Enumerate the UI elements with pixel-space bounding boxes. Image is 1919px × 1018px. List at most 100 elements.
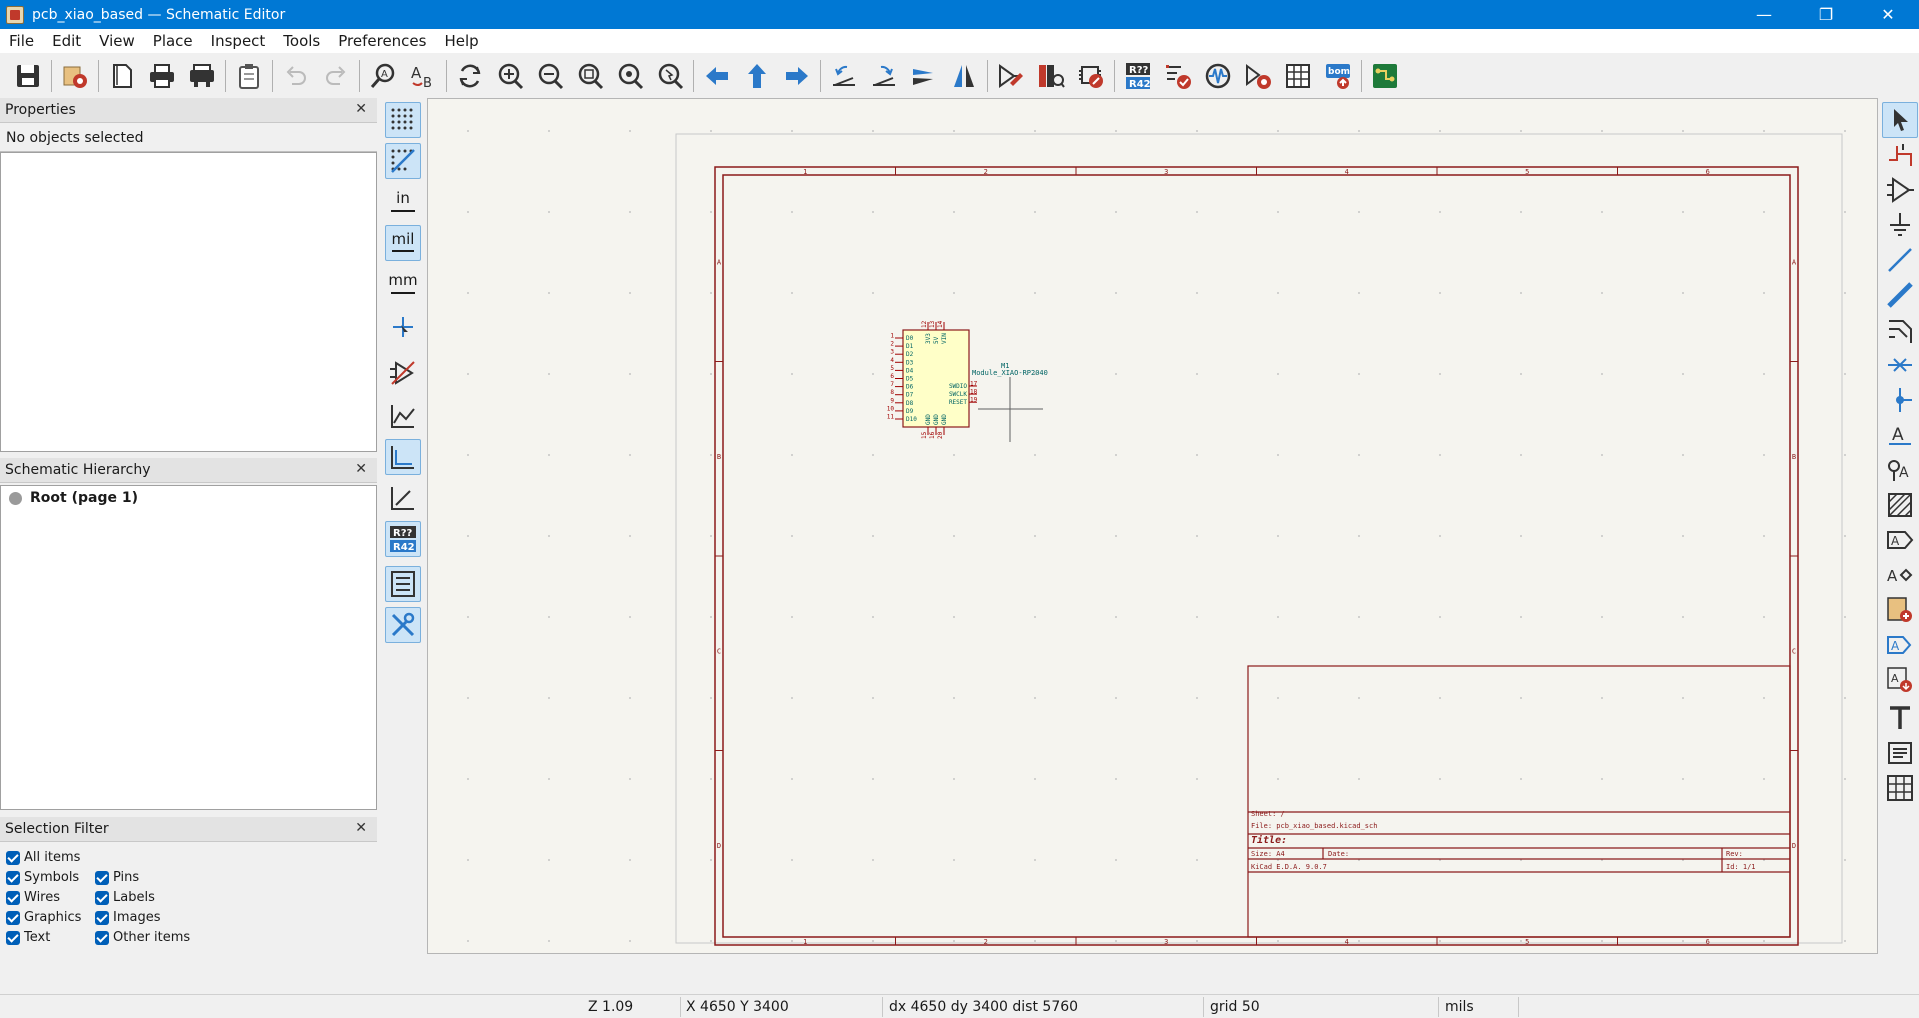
bom-icon[interactable]: bom [1320,58,1356,94]
filter-images[interactable]: Images [95,910,161,925]
footprint-editor-icon[interactable] [1073,58,1109,94]
annotate-icon[interactable]: R?? R42 [1120,58,1156,94]
filter-pins[interactable]: Pins [95,870,139,885]
menu-file[interactable]: File [0,32,43,50]
no-connect-icon[interactable] [1882,347,1918,383]
units-inches-button[interactable]: in [385,184,421,220]
hidden-pins-icon[interactable] [385,355,421,391]
filter-text[interactable]: Text [6,930,50,945]
navigate-back-icon[interactable] [699,58,735,94]
checkbox-checked-icon[interactable] [95,870,109,885]
save-icon[interactable] [10,58,46,94]
place-power-icon[interactable] [1882,207,1918,243]
assign-footprints-icon[interactable] [1240,58,1276,94]
select-arrow-icon[interactable] [1882,102,1918,138]
filter-symbols[interactable]: Symbols [6,870,79,885]
rotate-cw-icon[interactable] [866,58,902,94]
properties-panel-toggle-icon[interactable] [385,607,421,643]
annotation-display-icon[interactable]: R?? R42 [385,521,421,557]
rule-area-icon[interactable] [1882,487,1918,523]
paste-icon[interactable] [231,58,267,94]
schematic-canvas[interactable]: 1 2 3 4 5 6 1 2 3 4 5 6 A B C D A B C D … [427,98,1878,954]
new-sheet-icon[interactable] [104,58,140,94]
navigate-up-icon[interactable] [739,58,775,94]
selection-filter-close-icon[interactable]: ✕ [355,820,367,836]
cursor-crosshair-icon[interactable] [385,309,421,345]
schematic-setup-icon[interactable] [57,58,93,94]
table-icon[interactable] [1882,770,1918,806]
checkbox-checked-icon[interactable] [95,910,109,925]
close-window-button[interactable]: ✕ [1857,0,1919,29]
redo-icon[interactable] [318,58,354,94]
draw-wire-icon[interactable] [1882,242,1918,278]
simulator-icon[interactable] [1200,58,1236,94]
zoom-in-icon[interactable] [492,58,528,94]
checkbox-checked-icon[interactable] [6,870,20,885]
text-icon[interactable] [1882,700,1918,736]
menu-preferences[interactable]: Preferences [329,32,435,50]
hierarchy-root-item[interactable]: Root (page 1) [1,486,376,510]
menu-tools[interactable]: Tools [274,32,329,50]
minimize-button[interactable]: — [1733,0,1795,29]
zoom-objects-icon[interactable] [612,58,648,94]
junction-icon[interactable] [1882,382,1918,418]
sheet-pin-icon[interactable]: A [1882,662,1918,698]
menu-view[interactable]: View [90,32,144,50]
place-symbol-icon[interactable] [1882,172,1918,208]
rotate-ccw-icon[interactable] [826,58,862,94]
properties-close-icon[interactable]: ✕ [355,101,367,117]
filter-all-items[interactable]: All items [6,850,80,865]
plot-icon[interactable] [184,58,220,94]
net-label-icon[interactable]: A [1882,417,1918,453]
bus-entry-icon[interactable] [1882,312,1918,348]
print-icon[interactable] [144,58,180,94]
find-replace-icon[interactable]: AB [405,58,441,94]
zoom-out-icon[interactable] [532,58,568,94]
global-label-icon[interactable]: A [1882,522,1918,558]
checkbox-checked-icon[interactable] [6,910,20,925]
units-mm-button[interactable]: mm [385,266,421,302]
refresh-icon[interactable] [452,58,488,94]
checkbox-checked-icon[interactable] [6,890,20,905]
filter-labels[interactable]: Labels [95,890,155,905]
menu-place[interactable]: Place [144,32,202,50]
units-mils-button[interactable]: mil [385,225,421,261]
maximize-button[interactable]: ❐ [1795,0,1857,29]
hierarchical-sheet-icon[interactable] [1882,592,1918,628]
symbol-editor-icon[interactable] [993,58,1029,94]
checkbox-checked-icon[interactable] [95,930,109,945]
undo-icon[interactable] [278,58,314,94]
textbox-icon[interactable] [1882,735,1918,771]
navigate-forward-icon[interactable] [779,58,815,94]
wire-angle-90-icon[interactable] [385,439,421,475]
filter-other-items[interactable]: Other items [95,930,190,945]
net-class-label-icon[interactable]: A [1882,452,1918,488]
hierarchy-close-icon[interactable]: ✕ [355,461,367,477]
xiao-rp2040-symbol[interactable]: M1 Module_XIAO-RP2040 1 D02 D13 D24 D35 D46 D5… [887,320,1048,439]
wire-angle-45-icon[interactable] [385,480,421,516]
wire-angle-free-icon[interactable] [385,398,421,434]
mirror-horizontal-icon[interactable] [946,58,982,94]
menu-inspect[interactable]: Inspect [202,32,275,50]
checkbox-checked-icon[interactable] [6,850,20,865]
mirror-vertical-icon[interactable] [906,58,942,94]
filter-graphics[interactable]: Graphics [6,910,81,925]
highlight-net-icon[interactable] [1882,137,1918,173]
grid-dots-icon[interactable] [385,102,421,138]
hierarchical-label-icon[interactable]: A [1882,557,1918,593]
find-icon[interactable]: A [365,58,401,94]
checkbox-checked-icon[interactable] [95,890,109,905]
checkbox-checked-icon[interactable] [6,930,20,945]
hierarchy-panel-toggle-icon[interactable] [385,566,421,602]
title-block[interactable]: Sheet: / File: pcb_xiao_based.kicad_sch … [1247,665,1791,938]
symbol-library-browser-icon[interactable] [1033,58,1069,94]
menu-help[interactable]: Help [435,32,487,50]
pcb-editor-icon[interactable] [1367,58,1403,94]
zoom-fit-icon[interactable] [572,58,608,94]
import-sheet-pin-icon[interactable]: A [1882,627,1918,663]
draw-bus-icon[interactable] [1882,277,1918,313]
grid-override-icon[interactable] [385,143,421,179]
edit-symbol-fields-icon[interactable] [1280,58,1316,94]
erc-icon[interactable] [1160,58,1196,94]
filter-wires[interactable]: Wires [6,890,60,905]
